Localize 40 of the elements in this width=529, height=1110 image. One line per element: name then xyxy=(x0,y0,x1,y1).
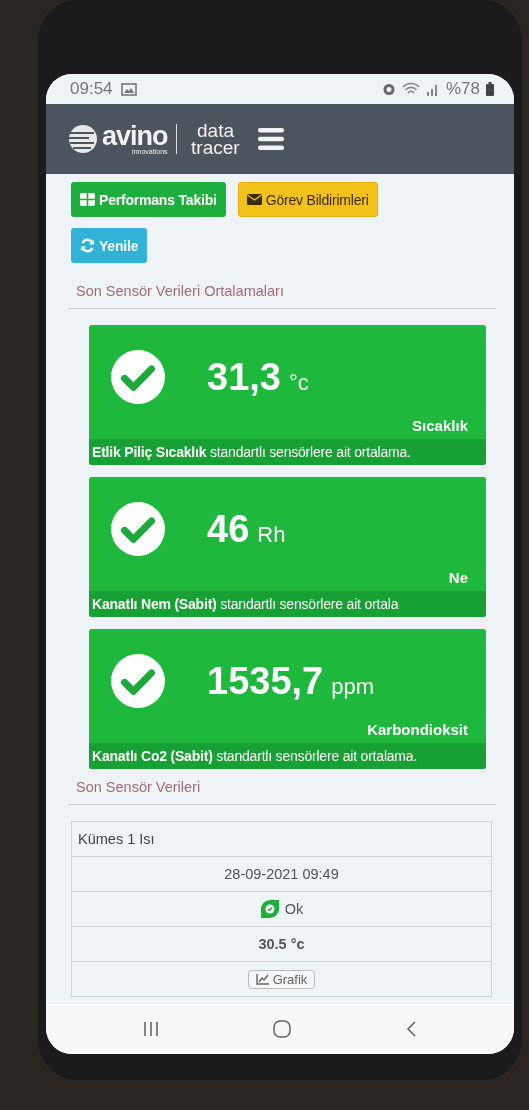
clock-time: 09:54 xyxy=(70,79,113,99)
logo-product-text: tracer xyxy=(190,139,240,157)
back-icon[interactable] xyxy=(405,1021,417,1037)
sensor-type-label: Sıcaklık xyxy=(412,417,468,434)
sensor-type-label: Ne xyxy=(448,569,468,586)
menu-icon[interactable] xyxy=(257,128,284,150)
battery-icon xyxy=(486,82,494,96)
check-circle-icon xyxy=(111,654,165,708)
battery-level: %78 xyxy=(445,79,480,99)
average-value: 31,3 °c xyxy=(207,355,309,399)
chart-button[interactable]: Grafik xyxy=(247,969,316,989)
sensor-type-label: Karbondioksit xyxy=(367,721,468,738)
notifications-button[interactable]: Görev Bildirimleri xyxy=(237,182,378,217)
image-icon xyxy=(120,82,137,96)
leaf-check-icon xyxy=(259,899,280,919)
globe-logo-icon xyxy=(68,124,98,154)
signal-icon xyxy=(425,82,440,96)
refresh-icon xyxy=(80,238,95,253)
check-circle-icon xyxy=(111,350,165,404)
check-circle-icon xyxy=(111,502,165,556)
sensor-reading: 30.5 °c xyxy=(258,936,305,952)
performance-button[interactable]: Performans Takibi xyxy=(71,182,226,217)
sensor-name: Kümes 1 Isı xyxy=(78,831,155,847)
logo-product-text: data xyxy=(196,121,235,139)
status-label: Ok xyxy=(284,901,304,917)
wifi-icon xyxy=(401,82,420,96)
recent-apps-icon[interactable] xyxy=(143,1021,159,1037)
grid-icon xyxy=(80,193,95,206)
card-description: Etlik Piliç Sıcaklık standartlı sensörlere ait ortalama. xyxy=(89,439,486,465)
chart-icon xyxy=(255,973,269,985)
section-title: Son Sensör Verileri Ortalamaları xyxy=(76,283,284,299)
logo-brand-text: avino xyxy=(102,123,168,150)
reading-time: 28-09-2021 09:49 xyxy=(224,866,339,882)
card-description: Kanatlı Nem (Sabit) standartlı sensörlere ait ortala xyxy=(89,591,486,617)
home-icon[interactable] xyxy=(273,1020,291,1038)
section-title: Son Sensör Verileri xyxy=(76,779,201,795)
envelope-icon xyxy=(246,193,262,206)
card-description: Kanatlı Co2 (Sabit) standartlı sensörlere ait ortalama. xyxy=(89,743,486,769)
average-value: 46 Rh xyxy=(207,507,286,551)
average-value: 1535,7 ppm xyxy=(207,659,375,703)
